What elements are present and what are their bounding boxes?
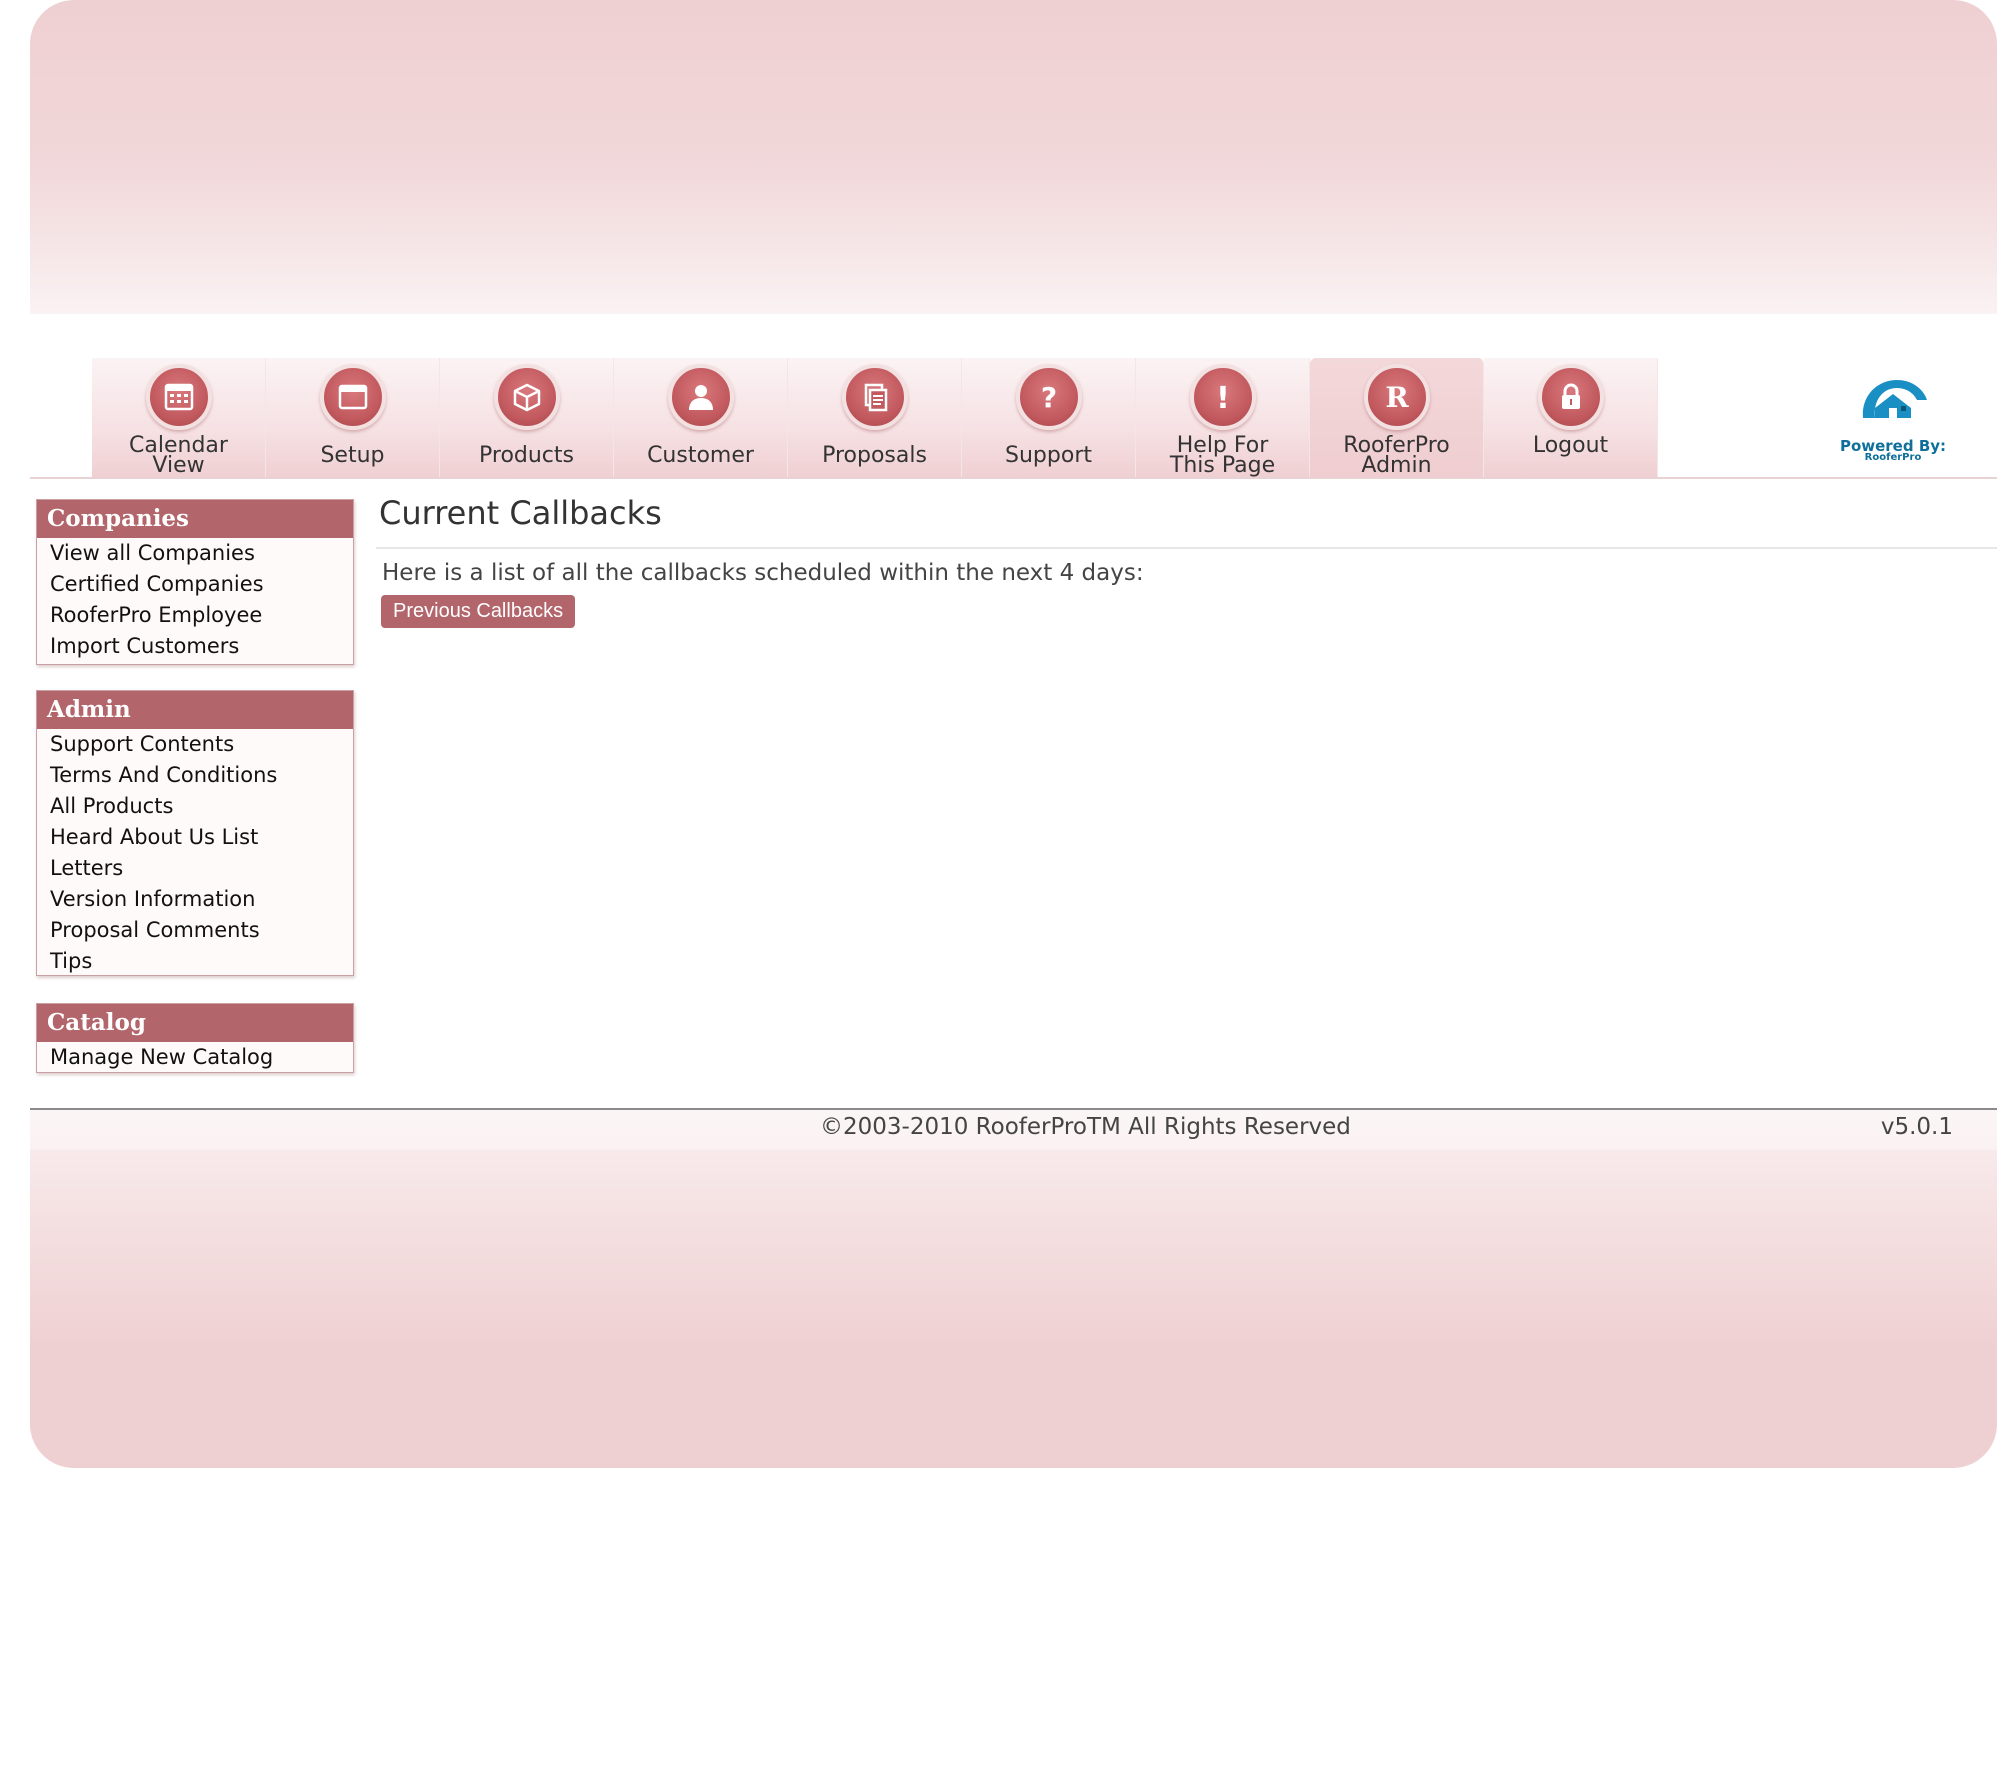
svg-text:?: ? bbox=[1040, 381, 1056, 414]
svg-text:R: R bbox=[1385, 381, 1409, 414]
box-icon bbox=[493, 364, 560, 430]
panel-title: Companies bbox=[37, 500, 353, 538]
nav-label: Help For This Page bbox=[1169, 433, 1276, 478]
sidebar-item-heard-about-us-list[interactable]: Heard About Us List bbox=[37, 822, 353, 853]
companies-panel: Companies View all Companies Certified C… bbox=[36, 499, 354, 665]
window-icon bbox=[319, 364, 386, 430]
r-letter-icon: R bbox=[1363, 364, 1430, 430]
nav-label: Proposals bbox=[822, 443, 927, 468]
panel-title: Catalog bbox=[37, 1004, 353, 1042]
nav-support[interactable]: ? Support bbox=[962, 358, 1136, 478]
rooferpro-logo: Powered By: RooferPro bbox=[1838, 372, 1948, 468]
nav-divider bbox=[30, 477, 1997, 479]
question-icon: ? bbox=[1015, 364, 1082, 430]
nav-proposals[interactable]: Proposals bbox=[788, 358, 962, 478]
sidebar-item-import-customers[interactable]: Import Customers bbox=[37, 631, 353, 662]
version-text: v5.0.1 bbox=[1880, 1114, 1953, 1140]
sidebar-item-view-all-companies[interactable]: View all Companies bbox=[37, 538, 353, 569]
sidebar-item-certified-companies[interactable]: Certified Companies bbox=[37, 569, 353, 600]
sidebar-item-terms-and-conditions[interactable]: Terms And Conditions bbox=[37, 760, 306, 791]
nav-label: Setup bbox=[320, 443, 385, 468]
intro-text: Here is a list of all the callbacks sche… bbox=[382, 560, 1144, 586]
svg-text:!: ! bbox=[1216, 381, 1230, 415]
sidebar-item-version-information[interactable]: Version Information bbox=[37, 884, 353, 915]
sidebar-item-all-products[interactable]: All Products bbox=[37, 791, 353, 822]
nav-setup[interactable]: Setup bbox=[266, 358, 440, 478]
copyright-text: ©2003-2010 RooferProTM All Rights Reserv… bbox=[820, 1114, 1351, 1140]
nav-label: Support bbox=[1005, 443, 1092, 468]
person-icon bbox=[667, 364, 734, 430]
nav-logout[interactable]: Logout bbox=[1484, 358, 1658, 478]
main-nav: Calendar View Setup Products Customer Pr… bbox=[92, 358, 1658, 478]
previous-callbacks-button[interactable]: Previous Callbacks bbox=[381, 595, 576, 628]
sidebar-item-tips[interactable]: Tips bbox=[37, 946, 353, 977]
lock-icon bbox=[1537, 364, 1604, 430]
panel-title: Admin bbox=[37, 691, 353, 729]
nav-label: Customer bbox=[647, 443, 754, 468]
documents-icon bbox=[841, 364, 908, 430]
sidebar-item-manage-new-catalog[interactable]: Manage New Catalog bbox=[37, 1042, 353, 1073]
page-title: Current Callbacks bbox=[379, 494, 662, 532]
calendar-icon bbox=[145, 364, 212, 430]
sidebar-item-proposal-comments[interactable]: Proposal Comments bbox=[37, 915, 353, 946]
sidebar-item-letters[interactable]: Letters bbox=[37, 853, 353, 884]
nav-customer[interactable]: Customer bbox=[614, 358, 788, 478]
nav-calendar-view[interactable]: Calendar View bbox=[92, 358, 266, 478]
nav-help-for-this-page[interactable]: ! Help For This Page bbox=[1136, 358, 1310, 478]
catalog-panel: Catalog Manage New Catalog bbox=[36, 1003, 354, 1073]
sidebar-item-support-contents[interactable]: Support Contents bbox=[37, 729, 353, 760]
nav-label: Logout bbox=[1532, 433, 1609, 458]
admin-panel: Admin Support Contents Terms And Conditi… bbox=[36, 690, 354, 976]
title-divider bbox=[376, 547, 1997, 549]
nav-label: Products bbox=[479, 443, 574, 468]
nav-label: RooferPro Admin bbox=[1343, 433, 1450, 478]
nav-rooferpro-admin[interactable]: R RooferPro Admin bbox=[1310, 358, 1484, 478]
sidebar-item-rooferpro-employee[interactable]: RooferPro Employee bbox=[37, 600, 353, 631]
nav-products[interactable]: Products bbox=[440, 358, 614, 478]
house-logo-icon bbox=[1862, 380, 1927, 418]
exclamation-icon: ! bbox=[1189, 364, 1256, 430]
nav-label: Calendar View bbox=[129, 433, 228, 478]
